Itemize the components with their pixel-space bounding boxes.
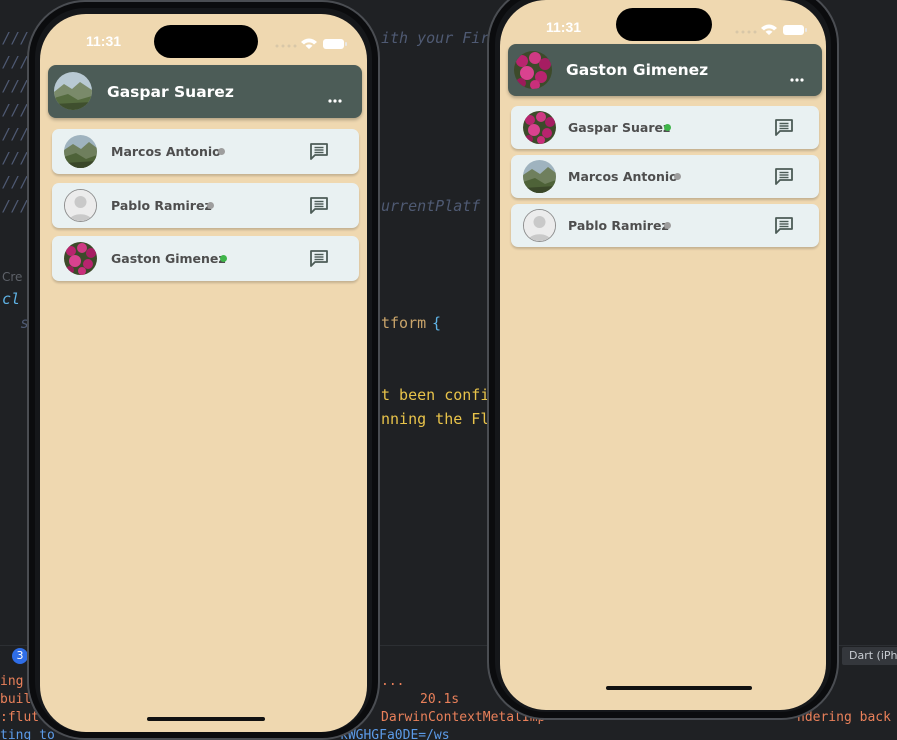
code-line: ith your Fir <box>381 29 490 47</box>
status-time: 11:31 <box>546 19 582 35</box>
contact-name: Gaspar Suarez <box>568 120 671 135</box>
contact-list-item[interactable]: Marcos Antonio <box>511 155 819 198</box>
landscape-photo-icon <box>64 135 97 168</box>
code-line: /// <box>2 125 30 143</box>
signal-icon <box>735 24 807 35</box>
status-dot-online <box>220 255 227 262</box>
chat-bubble-icon[interactable] <box>775 217 793 238</box>
header-avatar[interactable] <box>514 51 552 89</box>
flowers-photo-icon <box>514 51 552 89</box>
more-horizontal-icon[interactable] <box>790 67 804 86</box>
landscape-photo-icon <box>54 72 92 110</box>
code-line: { <box>432 314 442 332</box>
app-screen: 11:31 Gaspar Suarez Marcos Antonio Pablo… <box>40 14 367 732</box>
console-line: ndering back <box>797 710 891 725</box>
app-bar: Gaston Gimenez <box>508 44 822 96</box>
header-contact-name: Gaston Gimenez <box>566 61 709 79</box>
code-line: nning the Fl <box>381 410 490 428</box>
flowers-photo-icon <box>523 111 556 144</box>
status-dot-offline <box>674 173 681 180</box>
console-line: ting to <box>0 728 55 740</box>
code-line: /// <box>2 77 30 95</box>
contact-avatar <box>523 209 556 242</box>
contact-name: Pablo Ramirez <box>111 198 212 213</box>
home-indicator[interactable] <box>606 686 752 690</box>
contact-name: Pablo Ramirez <box>568 218 669 233</box>
contact-name: Marcos Antonio <box>111 144 221 159</box>
contact-avatar <box>64 242 97 275</box>
chat-bubble-icon[interactable] <box>310 250 328 271</box>
console-line: :flut <box>0 710 40 725</box>
status-dot-online <box>664 124 671 131</box>
code-line: /// <box>2 173 30 191</box>
contact-name: Marcos Antonio <box>568 169 678 184</box>
console-line: kWGHGFa0DE=/ws <box>340 728 450 740</box>
more-horizontal-icon[interactable] <box>328 88 342 107</box>
code-line: /// <box>2 149 30 167</box>
home-indicator[interactable] <box>147 717 265 721</box>
console-line: buil <box>0 692 32 707</box>
header-avatar[interactable] <box>54 72 92 110</box>
contact-avatar <box>523 111 556 144</box>
status-dot-offline <box>218 148 225 155</box>
chat-bubble-icon[interactable] <box>310 197 328 218</box>
console-time: 20.1s <box>420 692 460 707</box>
contact-name: Gaston Gimenez <box>111 251 226 266</box>
contact-avatar <box>523 160 556 193</box>
app-bar: Gaspar Suarez <box>48 65 362 118</box>
console-line: ... <box>381 674 405 689</box>
console-line: ing <box>0 674 24 689</box>
status-icons <box>274 35 350 54</box>
contact-list-item[interactable]: Gaston Gimenez <box>52 236 359 281</box>
code-line: tform <box>381 314 427 332</box>
flowers-photo-icon <box>64 242 97 275</box>
chat-bubble-icon[interactable] <box>310 143 328 164</box>
header-contact-name: Gaspar Suarez <box>107 83 234 101</box>
default-person-icon <box>65 190 96 221</box>
app-screen: 11:31 Gaston Gimenez Gaspar Suarez Marco… <box>500 0 826 710</box>
contact-avatar <box>64 189 97 222</box>
code-line: t been confi <box>381 386 490 404</box>
problems-badge[interactable]: 3 <box>12 648 28 664</box>
chat-bubble-icon[interactable] <box>775 168 793 189</box>
contact-list-item[interactable]: Gaspar Suarez <box>511 106 819 149</box>
dynamic-island <box>154 25 258 58</box>
code-line: /// <box>2 101 30 119</box>
contact-avatar <box>64 135 97 168</box>
default-person-icon <box>524 210 555 241</box>
contact-list-item[interactable]: Pablo Ramirez <box>52 183 359 228</box>
code-line: /// <box>2 29 30 47</box>
landscape-photo-icon <box>523 160 556 193</box>
phone-simulator-right: 11:31 Gaston Gimenez Gaspar Suarez Marco… <box>487 0 839 720</box>
phone-simulator-left: 11:31 Gaspar Suarez Marcos Antonio Pablo… <box>27 0 380 740</box>
code-line: /// <box>2 197 30 215</box>
code-line: Cre <box>2 270 23 284</box>
status-time: 11:31 <box>86 33 122 49</box>
contact-list-item[interactable]: Marcos Antonio <box>52 129 359 174</box>
code-line: urrentPlatf <box>381 197 481 215</box>
chat-bubble-icon[interactable] <box>775 119 793 140</box>
code-line: /// <box>2 53 30 71</box>
status-icons <box>734 21 810 40</box>
signal-icon <box>275 38 347 49</box>
status-dot-offline <box>664 222 671 229</box>
code-line: cl <box>2 290 21 308</box>
status-dot-offline <box>207 202 214 209</box>
dynamic-island <box>616 8 712 41</box>
contact-list-item[interactable]: Pablo Ramirez <box>511 204 819 247</box>
dart-device-selector[interactable]: Dart (iPh <box>842 647 897 665</box>
